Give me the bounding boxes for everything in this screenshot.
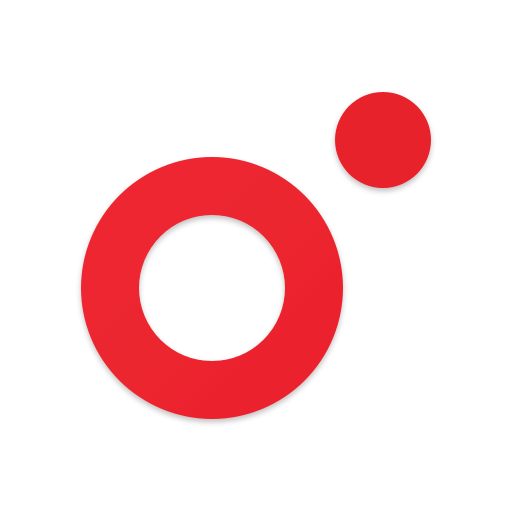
ring-and-dot-logo-icon xyxy=(0,0,512,512)
ring-shape xyxy=(0,0,512,512)
dot-shape xyxy=(335,92,431,188)
app-icon-canvas xyxy=(0,0,512,512)
